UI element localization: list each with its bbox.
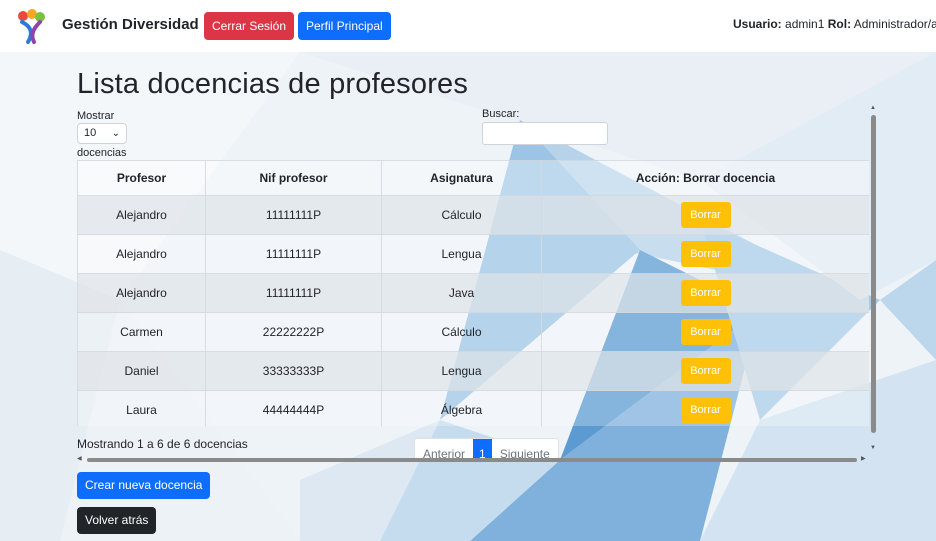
- cell-profesor: Daniel: [77, 351, 206, 391]
- user-label: Usuario:: [733, 17, 782, 31]
- logo-icon: [18, 9, 45, 44]
- table-row: Daniel 33333333P Lengua Borrar: [77, 351, 869, 391]
- cell-profesor: Alejandro: [77, 234, 206, 274]
- delete-button[interactable]: Borrar: [680, 319, 731, 345]
- table-row: Alejandro 11111111P Java Borrar: [77, 273, 869, 313]
- cell-accion: Borrar: [541, 312, 869, 352]
- cell-profesor: Alejandro: [77, 195, 206, 235]
- header-asignatura[interactable]: Asignatura: [381, 160, 542, 196]
- cell-profesor: Laura: [77, 390, 206, 426]
- role-label: Rol:: [827, 17, 852, 31]
- cell-accion: Borrar: [541, 234, 869, 274]
- delete-button[interactable]: Borrar: [680, 202, 731, 228]
- table-row: Alejandro 11111111P Lengua Borrar: [77, 234, 869, 274]
- scroll-left-icon[interactable]: ◀: [77, 455, 82, 462]
- header-accion[interactable]: Acción: Borrar docencia: [541, 160, 869, 196]
- horizontal-scroll-thumb[interactable]: [87, 458, 857, 462]
- cell-profesor: Carmen: [77, 312, 206, 352]
- docencias-table-container: Profesor Nif profesor Asignatura Acción:…: [77, 160, 869, 426]
- user-info: Usuario: admin1 Rol: Administrador/a: [733, 17, 936, 31]
- cell-nif: 22222222P: [205, 312, 382, 352]
- show-entries-suffix: docencias: [77, 147, 127, 159]
- page-title: Lista docencias de profesores: [77, 68, 469, 100]
- cell-asignatura: Java: [381, 273, 542, 313]
- header-profesor[interactable]: Profesor: [77, 160, 206, 196]
- vertical-scrollbar[interactable]: ▲ ▼: [869, 105, 877, 457]
- delete-button[interactable]: Borrar: [680, 358, 731, 384]
- delete-button[interactable]: Borrar: [680, 241, 731, 267]
- horizontal-scrollbar[interactable]: ◀ ▶: [77, 456, 869, 464]
- cell-accion: Borrar: [541, 273, 869, 313]
- docencias-table: Profesor Nif profesor Asignatura Acción:…: [77, 160, 869, 426]
- cell-profesor: Alejandro: [77, 273, 206, 313]
- role-value: Administrador/a: [853, 17, 936, 31]
- cell-asignatura: Cálculo: [381, 312, 542, 352]
- search-label: Buscar:: [482, 108, 520, 120]
- cell-nif: 44444444P: [205, 390, 382, 426]
- show-entries-select[interactable]: 10 ⌄: [77, 123, 127, 144]
- profile-button[interactable]: Perfil Principal: [298, 12, 391, 40]
- top-navbar: Gestión Diversidad Cerrar Sesión Perfil …: [0, 0, 936, 52]
- logout-button[interactable]: Cerrar Sesión: [204, 12, 295, 40]
- cell-asignatura: Lengua: [381, 351, 542, 391]
- cell-accion: Borrar: [541, 351, 869, 391]
- search-input[interactable]: [482, 122, 608, 145]
- scroll-up-icon[interactable]: ▲: [870, 105, 876, 111]
- delete-button[interactable]: Borrar: [680, 280, 731, 306]
- cell-nif: 11111111P: [205, 195, 382, 235]
- cell-accion: Borrar: [541, 390, 869, 426]
- table-row: Alejandro 11111111P Cálculo Borrar: [77, 195, 869, 235]
- cell-asignatura: Álgebra: [381, 390, 542, 426]
- create-docencia-button[interactable]: Crear nueva docencia: [77, 472, 211, 499]
- cell-asignatura: Cálculo: [381, 195, 542, 235]
- cell-nif: 11111111P: [205, 234, 382, 274]
- user-value: admin1: [785, 17, 825, 31]
- vertical-scroll-thumb[interactable]: [871, 115, 876, 433]
- delete-button[interactable]: Borrar: [680, 397, 731, 423]
- scroll-down-icon[interactable]: ▼: [870, 445, 876, 451]
- table-info: Mostrando 1 a 6 de 6 docencias: [77, 437, 248, 451]
- scroll-right-icon[interactable]: ▶: [861, 455, 866, 462]
- show-entries-value: 10: [84, 127, 97, 139]
- back-button[interactable]: Volver atrás: [77, 507, 157, 534]
- chevron-down-icon: ⌄: [111, 128, 120, 139]
- cell-nif: 33333333P: [205, 351, 382, 391]
- table-row: Carmen 22222222P Cálculo Borrar: [77, 312, 869, 352]
- table-row: Laura 44444444P Álgebra Borrar: [77, 390, 869, 426]
- show-entries-label: Mostrar: [77, 110, 115, 122]
- cell-nif: 11111111P: [205, 273, 382, 313]
- table-header-row: Profesor Nif profesor Asignatura Acción:…: [77, 160, 869, 196]
- brand-title[interactable]: Gestión Diversidad: [62, 16, 199, 33]
- cell-accion: Borrar: [541, 195, 869, 235]
- cell-asignatura: Lengua: [381, 234, 542, 274]
- header-nif[interactable]: Nif profesor: [205, 160, 382, 196]
